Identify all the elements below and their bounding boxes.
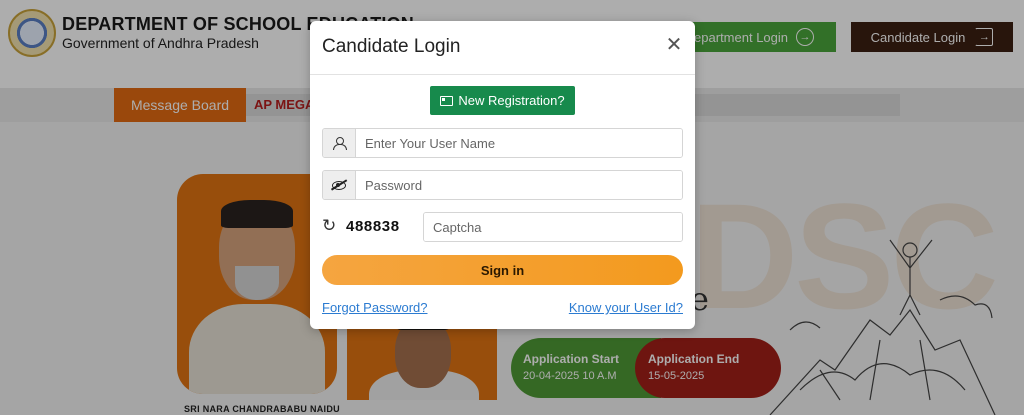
captcha-field-group bbox=[423, 212, 683, 242]
password-toggle-addon[interactable] bbox=[323, 171, 356, 199]
password-input[interactable] bbox=[356, 171, 682, 199]
new-registration-label: New Registration? bbox=[458, 93, 565, 108]
captcha-input[interactable] bbox=[424, 213, 682, 241]
captcha-code: 488838 bbox=[346, 218, 400, 235]
modal-title: Candidate Login bbox=[322, 36, 461, 57]
forgot-password-link[interactable]: Forgot Password? bbox=[322, 300, 428, 315]
username-input[interactable] bbox=[356, 129, 682, 157]
candidate-login-modal: Candidate Login ✕ New Registration? ↻ 48… bbox=[310, 21, 695, 329]
know-user-id-link[interactable]: Know your User Id? bbox=[569, 300, 683, 315]
user-icon-addon bbox=[323, 129, 356, 157]
new-registration-button[interactable]: New Registration? bbox=[430, 86, 575, 115]
sign-in-button[interactable]: Sign in bbox=[322, 255, 683, 285]
eye-slash-icon bbox=[332, 180, 346, 190]
id-card-icon bbox=[440, 95, 454, 106]
username-field-group bbox=[322, 128, 683, 158]
modal-divider bbox=[310, 74, 695, 75]
refresh-captcha-icon[interactable]: ↻ bbox=[322, 217, 336, 235]
close-icon[interactable]: ✕ bbox=[665, 35, 683, 55]
password-field-group bbox=[322, 170, 683, 200]
user-icon bbox=[333, 137, 347, 150]
